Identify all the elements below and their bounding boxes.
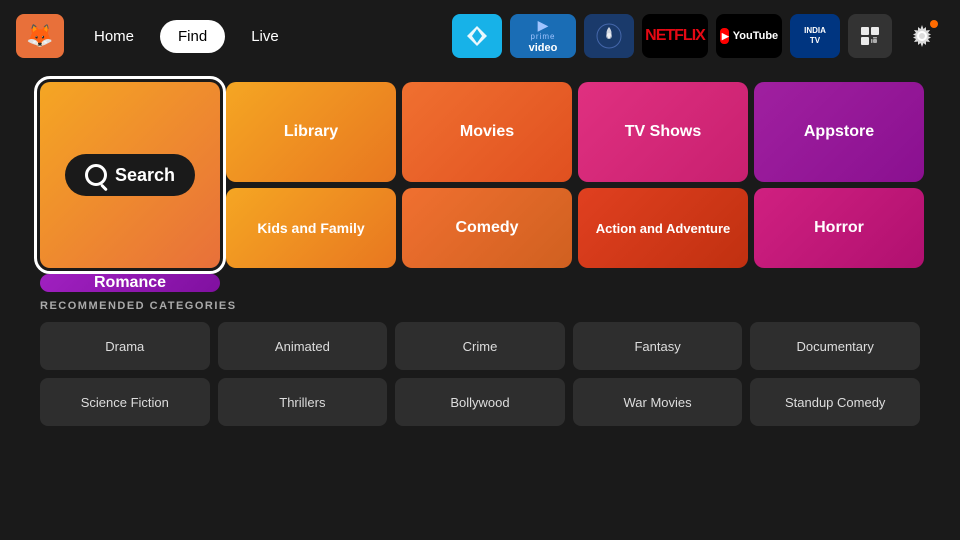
rec-drama[interactable]: Drama xyxy=(40,322,210,370)
grid-icon xyxy=(858,24,882,48)
action-label: Action and Adventure xyxy=(596,221,731,236)
rec-bollywood[interactable]: Bollywood xyxy=(395,378,565,426)
app-netflix[interactable]: NETFLIX xyxy=(642,14,708,58)
kodi-icon xyxy=(462,21,492,51)
recommended-section: RECOMMENDED CATEGORIES Drama Animated Cr… xyxy=(40,300,920,426)
nav-apps: ▶ prime video NETFLIX ▶ YouTube INDI xyxy=(452,14,944,58)
tvshows-label: TV Shows xyxy=(625,123,701,141)
library-tile[interactable]: Library xyxy=(226,82,396,182)
nav-live[interactable]: Live xyxy=(233,20,297,53)
rec-fantasy[interactable]: Fantasy xyxy=(573,322,743,370)
top-navigation: 🦊 Home Find Live ▶ prime video xyxy=(0,0,960,72)
app-paramount[interactable] xyxy=(584,14,634,58)
rec-documentary[interactable]: Documentary xyxy=(750,322,920,370)
app-kodi[interactable] xyxy=(452,14,502,58)
rec-standup-comedy[interactable]: Standup Comedy xyxy=(750,378,920,426)
romance-label: Romance xyxy=(94,274,166,292)
app-settings[interactable] xyxy=(900,14,944,58)
tvshows-tile[interactable]: TV Shows xyxy=(578,82,748,182)
nav-find[interactable]: Find xyxy=(160,20,225,53)
app-prime-video[interactable]: ▶ prime video xyxy=(510,14,576,58)
app-logo[interactable]: 🦊 xyxy=(16,14,64,58)
rec-animated[interactable]: Animated xyxy=(218,322,388,370)
kids-label: Kids and Family xyxy=(257,220,364,236)
rec-science-fiction[interactable]: Science Fiction xyxy=(40,378,210,426)
action-tile[interactable]: Action and Adventure xyxy=(578,188,748,268)
india-tv-label: INDIATV xyxy=(804,26,826,45)
nav-home[interactable]: Home xyxy=(76,20,152,53)
tiles-grid: Search Library Movies TV Shows Appstore … xyxy=(40,82,920,292)
search-label: Search xyxy=(115,165,175,186)
kids-tile[interactable]: Kids and Family xyxy=(226,188,396,268)
youtube-label: YouTube xyxy=(733,30,778,42)
comedy-label: Comedy xyxy=(455,219,518,237)
romance-tile[interactable]: Romance xyxy=(40,274,220,292)
search-tile[interactable]: Search xyxy=(40,82,220,268)
netflix-label: NETFLIX xyxy=(645,27,705,45)
app-youtube[interactable]: ▶ YouTube xyxy=(716,14,782,58)
recommended-grid: Drama Animated Crime Fantasy Documentary… xyxy=(40,322,920,426)
main-content: Search Library Movies TV Shows Appstore … xyxy=(0,72,960,426)
app-grid[interactable] xyxy=(848,14,892,58)
library-label: Library xyxy=(284,123,338,141)
logo-icon: 🦊 xyxy=(26,23,53,49)
appstore-tile[interactable]: Appstore xyxy=(754,82,924,182)
search-button[interactable]: Search xyxy=(65,154,195,196)
app-india-tv[interactable]: INDIATV xyxy=(790,14,840,58)
appstore-label: Appstore xyxy=(804,123,874,141)
settings-notification-dot xyxy=(930,20,938,28)
horror-tile[interactable]: Horror xyxy=(754,188,924,268)
rec-war-movies[interactable]: War Movies xyxy=(573,378,743,426)
paramount-icon xyxy=(594,21,624,51)
youtube-play-icon: ▶ xyxy=(720,28,729,44)
recommended-title: RECOMMENDED CATEGORIES xyxy=(40,300,920,312)
horror-label: Horror xyxy=(814,219,864,237)
search-icon xyxy=(85,164,107,186)
rec-crime[interactable]: Crime xyxy=(395,322,565,370)
nav-links: Home Find Live xyxy=(76,20,297,53)
movies-label: Movies xyxy=(460,123,514,141)
prime-video-label: ▶ prime video xyxy=(529,18,558,54)
rec-thrillers[interactable]: Thrillers xyxy=(218,378,388,426)
comedy-tile[interactable]: Comedy xyxy=(402,188,572,268)
movies-tile[interactable]: Movies xyxy=(402,82,572,182)
